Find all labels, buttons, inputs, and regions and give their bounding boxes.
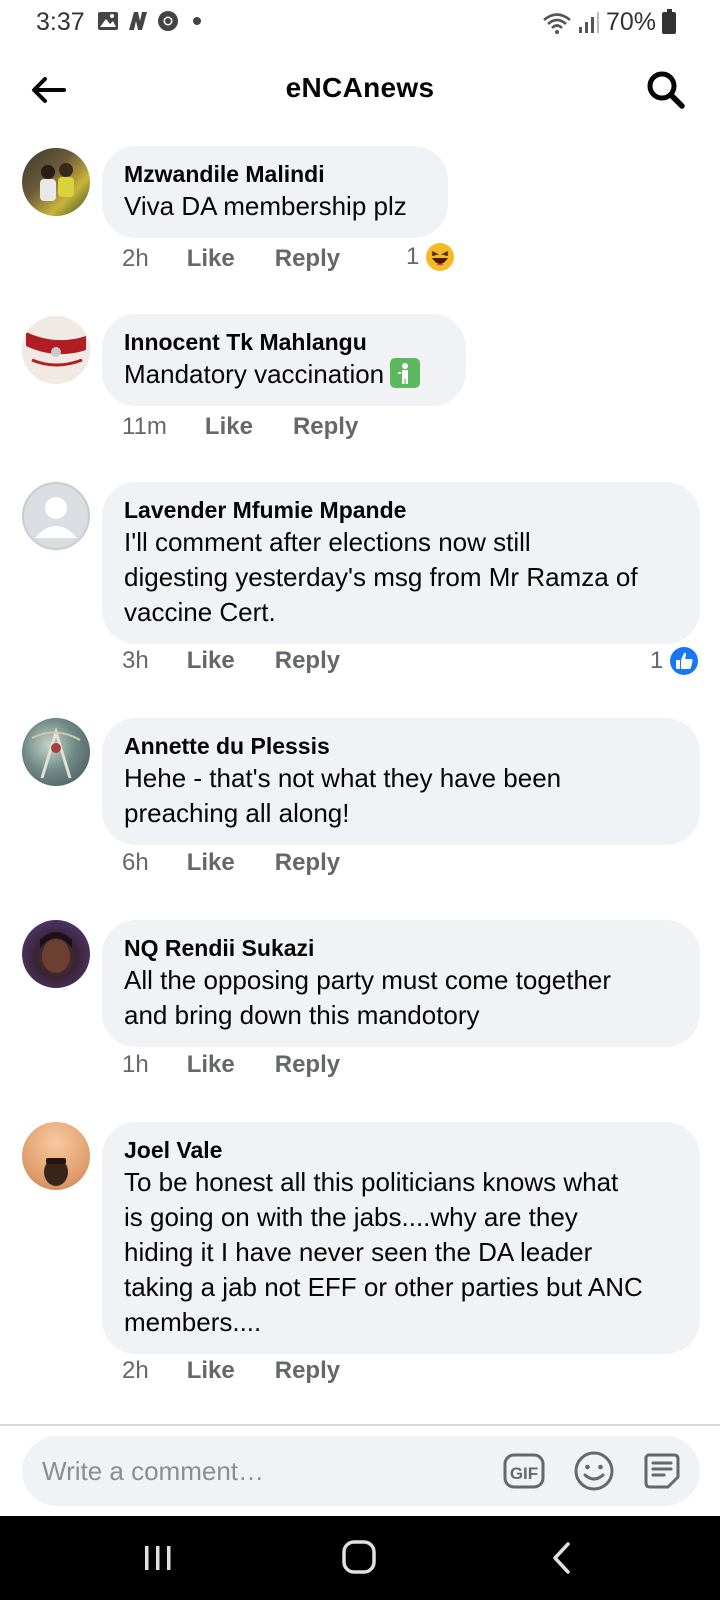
comment-bubble[interactable]: Innocent Tk Mahlangu Mandatory vaccinati… — [102, 314, 466, 406]
comment-time[interactable]: 2h — [122, 1357, 149, 1385]
comment-bubble[interactable]: Joel Vale To be honest all this politici… — [102, 1122, 700, 1354]
comment-text-line: digesting yesterday's msg from Mr Ramza … — [124, 562, 638, 592]
search-icon[interactable] — [644, 68, 688, 112]
reply-button[interactable]: Reply — [275, 245, 340, 273]
system-nav-bar — [0, 1516, 720, 1600]
nav-back-icon[interactable] — [540, 1538, 584, 1578]
comment-text-line: Hehe - that's not what they have been — [124, 763, 562, 793]
comment-actions: 2h Like Reply — [122, 245, 340, 273]
comment-author[interactable]: Joel Vale — [124, 1135, 678, 1165]
comment-author[interactable]: NQ Rendii Sukazi — [124, 933, 678, 963]
reply-button[interactable]: Reply — [275, 1357, 340, 1385]
reaction-count: 1 — [650, 647, 664, 674]
comment-text-line: To be honest all this politicians knows … — [124, 1167, 619, 1197]
comment-bubble[interactable]: NQ Rendii Sukazi All the opposing party … — [102, 920, 700, 1047]
comment-time[interactable]: 11m — [122, 413, 167, 441]
comment-time[interactable]: 2h — [122, 245, 149, 273]
comment-author[interactable]: Annette du Plessis — [124, 731, 678, 761]
comment-author[interactable]: Mzwandile Malindi — [124, 159, 426, 189]
reaction-summary[interactable]: 1 — [650, 646, 699, 676]
like-button[interactable]: Like — [187, 647, 235, 675]
comment-text-line: taking a jab not EFF or other parties bu… — [124, 1272, 643, 1302]
app-header: eNCAnews — [0, 58, 720, 122]
notification-dot — [193, 17, 201, 25]
composer-divider — [0, 1424, 720, 1426]
avatar[interactable] — [22, 148, 90, 216]
wifi-icon — [543, 12, 571, 34]
avatar[interactable] — [22, 920, 90, 988]
comment-text-line: is going on with the jabs....why are the… — [124, 1202, 578, 1232]
like-button[interactable]: Like — [187, 1357, 235, 1385]
avatar[interactable] — [22, 718, 90, 786]
comment-bubble[interactable]: Mzwandile Malindi Viva DA membership plz — [102, 146, 448, 238]
reaction-count: 1 — [406, 243, 420, 270]
comment-time[interactable]: 1h — [122, 1051, 149, 1079]
home-icon[interactable] — [338, 1538, 382, 1578]
page-title: eNCAnews — [285, 72, 435, 103]
comment-author[interactable]: Lavender Mfumie Mpande — [124, 495, 678, 525]
emoji-icon[interactable] — [572, 1449, 616, 1493]
status-time: 3:37 — [36, 8, 85, 36]
haha-emoji-icon — [426, 243, 455, 271]
comment-bubble[interactable]: Lavender Mfumie Mpande I'll comment afte… — [102, 482, 700, 644]
avatar[interactable] — [22, 1122, 90, 1190]
sticker-icon[interactable] — [640, 1449, 684, 1493]
comment-text: Viva DA membership plz — [124, 191, 407, 221]
avatar[interactable] — [22, 482, 90, 550]
avatar[interactable] — [22, 316, 90, 384]
comment-input[interactable] — [42, 1436, 482, 1506]
gallery-icon — [98, 12, 118, 30]
comment-text-line: I'll comment after elections now still — [124, 527, 531, 557]
like-button[interactable]: Like — [187, 245, 235, 273]
reply-button[interactable]: Reply — [275, 849, 340, 877]
comment-composer: GIF — [22, 1436, 700, 1506]
comment-text-line: hiding it I have never seen the DA leade… — [124, 1237, 593, 1267]
comment-bubble[interactable]: Annette du Plessis Hehe - that's not wha… — [102, 718, 700, 845]
comment-time[interactable]: 3h — [122, 647, 149, 675]
like-thumb-icon — [670, 647, 699, 675]
comment-time[interactable]: 6h — [122, 849, 149, 877]
comment-actions: 2h Like Reply — [122, 1357, 340, 1385]
reply-button[interactable]: Reply — [293, 413, 358, 441]
signal-icon — [578, 11, 599, 33]
n-app-icon — [129, 12, 147, 30]
comment-author[interactable]: Innocent Tk Mahlangu — [124, 327, 444, 357]
comment-text: Mandatory vaccination — [124, 357, 444, 392]
like-button[interactable]: Like — [187, 1051, 235, 1079]
comment-actions: 6h Like Reply — [122, 849, 340, 877]
battery-percent: 70% — [605, 8, 656, 36]
comment-text-line: preaching all along! — [124, 798, 350, 828]
like-button[interactable]: Like — [205, 413, 253, 441]
reply-button[interactable]: Reply — [275, 647, 340, 675]
status-notification-icons — [97, 10, 201, 32]
reaction-summary[interactable]: 1 — [406, 242, 455, 272]
status-bar: 3:37 70% — [0, 0, 720, 46]
gif-icon[interactable]: GIF — [502, 1449, 546, 1493]
recent-apps-icon[interactable] — [136, 1538, 180, 1578]
status-system-icons: 70% — [542, 8, 676, 37]
comment-actions: 11m Like Reply — [122, 413, 358, 441]
reply-button[interactable]: Reply — [275, 1051, 340, 1079]
comment-text-line: vaccine Cert. — [124, 597, 276, 627]
comment-text-line: and bring down this mandotory — [124, 1000, 480, 1030]
comment-text-line: members.... — [124, 1307, 262, 1337]
comment-text-line: All the opposing party must come togethe… — [124, 965, 612, 995]
gif-label: GIF — [510, 1464, 538, 1483]
comment-actions: 3h Like Reply — [122, 647, 340, 675]
comment-text-content: Mandatory vaccination — [124, 359, 385, 389]
battery-icon — [662, 8, 676, 34]
like-button[interactable]: Like — [187, 849, 235, 877]
comment-actions: 1h Like Reply — [122, 1051, 340, 1079]
chrome-icon — [158, 11, 178, 31]
person-symbol-emoji — [390, 358, 421, 388]
